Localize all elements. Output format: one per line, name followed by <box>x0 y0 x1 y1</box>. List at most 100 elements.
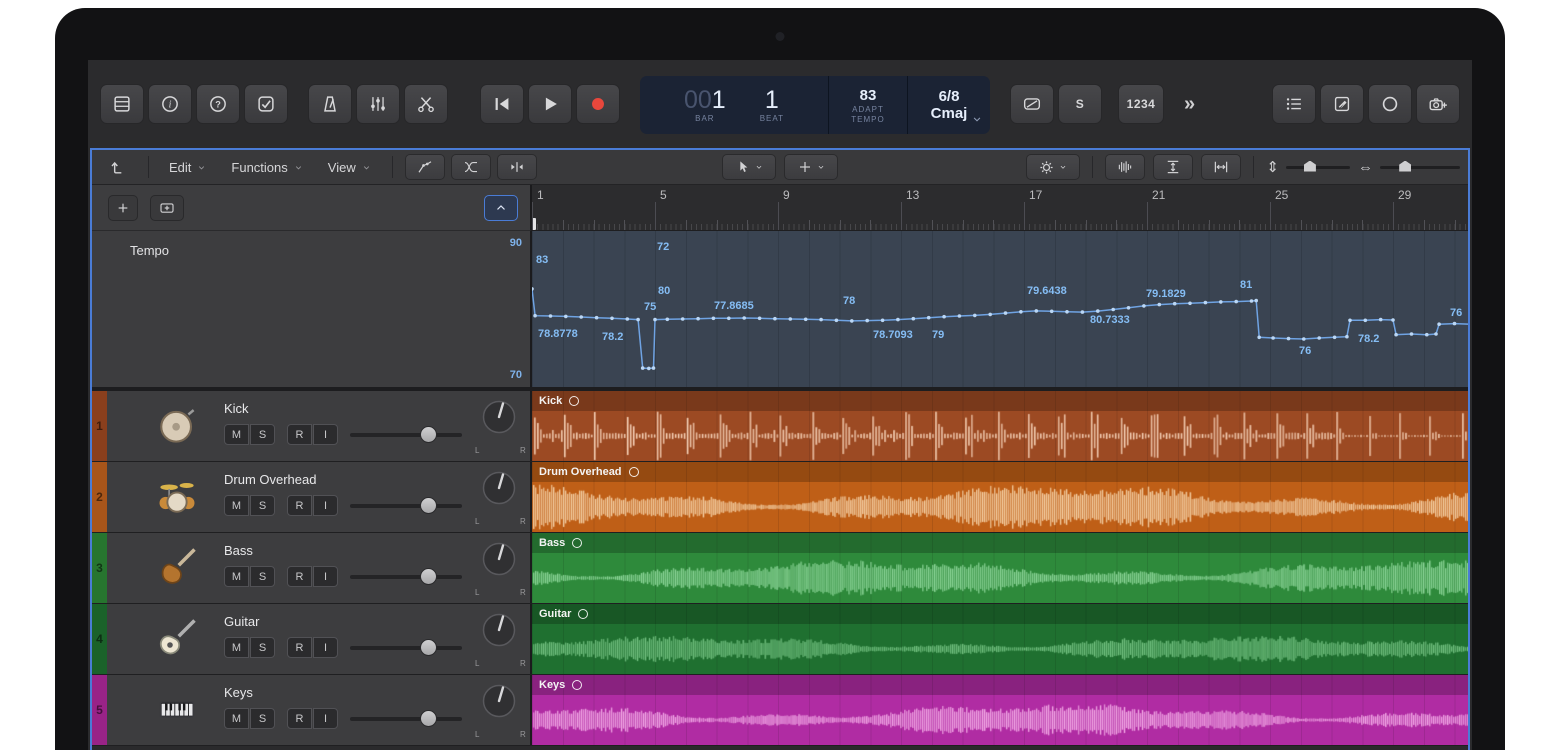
note-pads-button[interactable] <box>1320 84 1364 124</box>
input-monitor-button[interactable]: I <box>313 708 338 729</box>
track-lane[interactable]: Keys <box>532 675 1468 745</box>
tempo-point[interactable] <box>850 319 854 323</box>
volume-slider-thumb[interactable] <box>420 496 438 514</box>
track-lane[interactable]: Bass <box>532 533 1468 603</box>
tempo-point[interactable] <box>1172 301 1177 306</box>
tempo-point[interactable] <box>1348 318 1352 323</box>
checklist-button[interactable] <box>244 84 288 124</box>
tempo-point[interactable] <box>548 314 553 318</box>
snap-mode-button[interactable] <box>496 154 537 180</box>
play-button[interactable] <box>528 84 572 124</box>
metronome-button[interactable] <box>308 84 352 124</box>
tempo-point[interactable] <box>651 366 656 370</box>
pan-knob[interactable] <box>480 398 518 436</box>
tempo-point[interactable] <box>757 316 762 321</box>
record-enable-button[interactable]: R <box>287 495 312 516</box>
tempo-point[interactable] <box>942 314 946 319</box>
track-name[interactable]: Kick <box>224 401 249 416</box>
track-header[interactable]: 4 Guitar M S R I L R <box>92 604 532 674</box>
tempo-point[interactable] <box>773 316 777 321</box>
track-name[interactable]: Bass <box>224 543 253 558</box>
tempo-curve[interactable] <box>532 231 1468 387</box>
track-name[interactable]: Drum Overhead <box>224 472 316 487</box>
horizontal-zoom-thumb[interactable] <box>1399 160 1412 172</box>
track-lane[interactable]: Guitar <box>532 604 1468 674</box>
vertical-zoom-thumb[interactable] <box>1303 160 1316 172</box>
tempo-point[interactable] <box>1257 335 1261 340</box>
tempo-point[interactable] <box>1142 304 1146 308</box>
lcd-display[interactable]: 001 BAR 1 BEAT 83 ADAPT TEMPO 6/8 Cmaj <box>640 76 990 134</box>
tempo-point[interactable] <box>696 316 700 321</box>
tempo-point[interactable] <box>973 313 977 318</box>
volume-slider-thumb[interactable] <box>420 567 438 585</box>
loop-indicator-icon[interactable] <box>578 609 589 619</box>
tempo-point[interactable] <box>1394 332 1398 337</box>
track-lane[interactable]: Kick <box>532 391 1468 461</box>
tempo-point[interactable] <box>711 316 716 321</box>
tempo-point[interactable] <box>742 316 746 320</box>
tempo-point[interactable] <box>1332 335 1337 340</box>
tempo-point[interactable] <box>1219 300 1223 304</box>
input-monitor-button[interactable]: I <box>313 495 338 516</box>
inspector-button[interactable] <box>148 84 192 124</box>
lcd-beat-field[interactable]: 1 BEAT <box>760 87 784 123</box>
rewind-button[interactable] <box>480 84 524 124</box>
tempo-point[interactable] <box>1111 307 1115 312</box>
tempo-point[interactable] <box>803 317 808 322</box>
mixer-button[interactable] <box>356 84 400 124</box>
lcd-chevron-down-icon[interactable] <box>970 112 984 126</box>
tempo-point[interactable] <box>1019 310 1023 314</box>
volume-slider-thumb[interactable] <box>420 638 438 656</box>
tempo-point[interactable] <box>1409 332 1414 336</box>
tempo-point[interactable] <box>1254 298 1258 303</box>
tempo-point[interactable] <box>579 315 583 319</box>
cycle-button[interactable] <box>1010 84 1054 124</box>
tempo-point[interactable] <box>1003 311 1008 315</box>
tempo-point[interactable] <box>1126 306 1131 310</box>
mute-button[interactable]: M <box>224 637 249 658</box>
record-enable-button[interactable]: R <box>287 424 312 445</box>
tempo-point[interactable] <box>1452 321 1457 326</box>
lcd-position[interactable]: 001 BAR 1 BEAT <box>640 76 828 134</box>
tempo-point[interactable] <box>727 316 731 321</box>
tempo-point[interactable] <box>1434 332 1438 336</box>
tempo-point[interactable] <box>819 317 823 322</box>
tempo-point[interactable] <box>640 366 645 370</box>
tempo-point[interactable] <box>680 317 685 321</box>
list-editors-button[interactable] <box>1272 84 1316 124</box>
solo-mode-button[interactable]: S <box>1058 84 1102 124</box>
vertical-auto-zoom-button[interactable] <box>1153 154 1194 180</box>
tempo-point[interactable] <box>911 316 916 321</box>
tempo-point[interactable] <box>1157 302 1162 307</box>
mute-button[interactable]: M <box>224 708 249 729</box>
record-enable-button[interactable]: R <box>287 566 312 587</box>
tempo-point[interactable] <box>532 287 534 291</box>
tempo-track-header[interactable]: Tempo 90 70 <box>92 231 532 387</box>
tempo-point[interactable] <box>1391 318 1395 322</box>
tempo-point[interactable] <box>1345 334 1349 339</box>
volume-slider-thumb[interactable] <box>420 709 438 727</box>
loop-indicator-icon[interactable] <box>569 396 580 406</box>
tempo-point[interactable] <box>610 316 614 321</box>
tempo-point[interactable] <box>1065 310 1069 314</box>
tempo-point[interactable] <box>1302 337 1306 341</box>
view-menu[interactable]: View <box>320 154 380 180</box>
pan-knob[interactable] <box>480 682 518 720</box>
solo-button[interactable]: S <box>250 637 275 658</box>
loop-browser-button[interactable] <box>1368 84 1412 124</box>
tempo-point[interactable] <box>1234 299 1238 304</box>
tempo-point[interactable] <box>1034 309 1039 313</box>
pan-knob[interactable] <box>480 540 518 578</box>
tempo-point[interactable] <box>896 317 900 322</box>
duplicate-track-button[interactable] <box>150 195 184 221</box>
tempo-point[interactable] <box>788 317 793 321</box>
tempo-point[interactable] <box>988 312 992 317</box>
automation-curve-tool[interactable] <box>404 154 445 180</box>
functions-menu[interactable]: Functions <box>223 154 311 180</box>
tempo-point[interactable] <box>1437 322 1441 326</box>
lcd-tempo-field[interactable]: 83 ADAPT TEMPO <box>828 76 908 134</box>
tempo-point[interactable] <box>1286 336 1291 341</box>
track-header[interactable]: 5 Keys M S R I L R <box>92 675 532 745</box>
waveform-zoom-button[interactable] <box>1105 154 1146 180</box>
track-lane[interactable]: Drum Overhead <box>532 462 1468 532</box>
